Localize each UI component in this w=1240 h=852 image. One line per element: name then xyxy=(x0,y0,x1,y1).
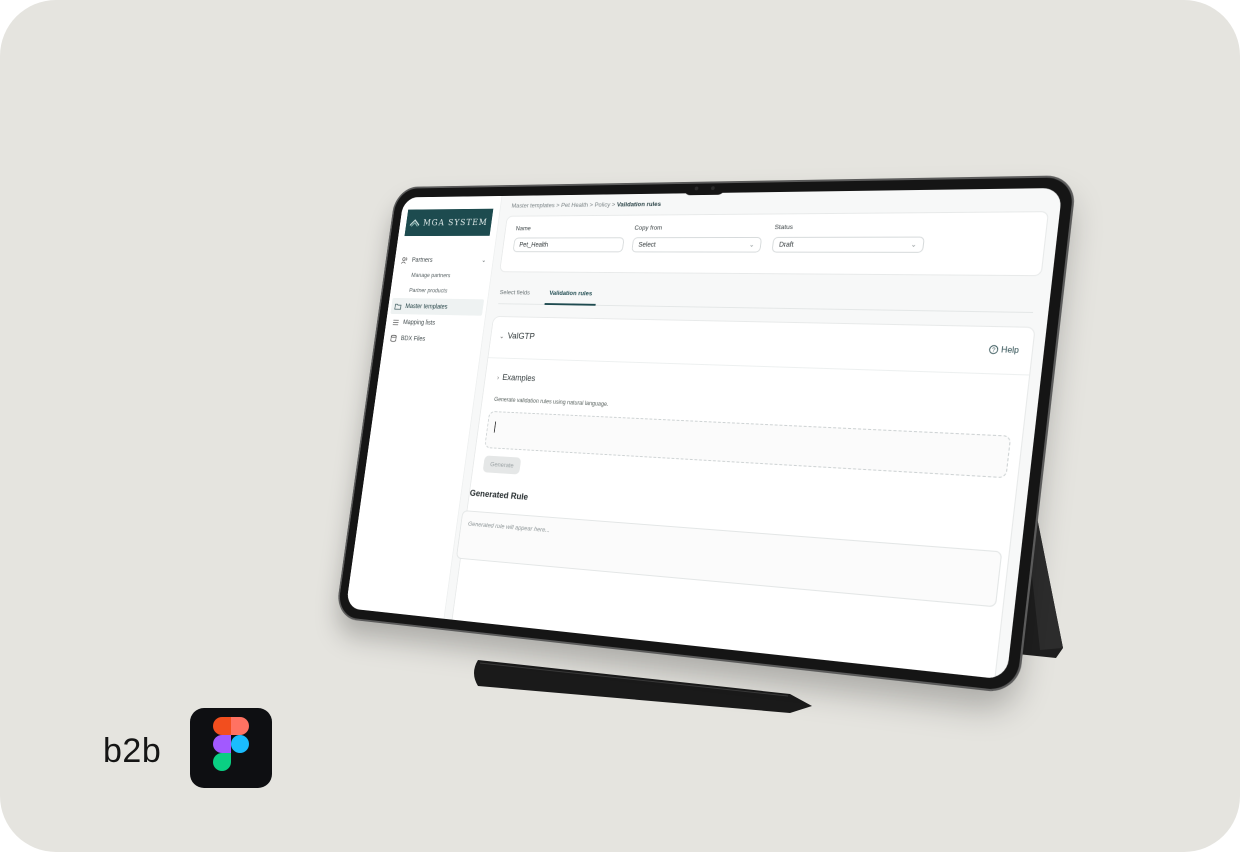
chevron-right-icon: › xyxy=(496,375,500,382)
sidebar-item-label: Partners xyxy=(411,256,433,264)
template-header-card: Name Pet_Health Copy from Select ⌄ Status… xyxy=(499,211,1050,277)
status-field-group: Status Draft ⌄ xyxy=(771,223,926,253)
generated-rule-placeholder: Generated rule will appear here... xyxy=(467,520,551,535)
users-icon xyxy=(401,256,409,264)
breadcrumb-path[interactable]: Master templates > Pet Health > Policy > xyxy=(511,202,617,210)
database-icon xyxy=(390,334,398,342)
examples-toggle[interactable]: › Examples xyxy=(496,372,536,384)
folder-icon xyxy=(394,302,402,310)
sidebar-item-label: Mapping lists xyxy=(402,319,436,327)
status-value: Draft xyxy=(778,241,794,249)
sidebar-item-partners[interactable]: Partners ⌄ xyxy=(394,252,494,269)
tab-select-fields[interactable]: Select fields xyxy=(499,290,530,297)
sidebar-item-label: Master templates xyxy=(404,303,448,311)
breadcrumb: Master templates > Pet Health > Policy >… xyxy=(511,201,661,209)
sidebar-item-bdx-files[interactable]: BDX Files xyxy=(383,330,483,349)
tab-bar: Select fields Validation rules xyxy=(498,286,1036,314)
logo-mark-icon xyxy=(409,218,420,227)
brand-label: b2b xyxy=(103,732,162,770)
breadcrumb-current: Validation rules xyxy=(616,201,662,209)
copy-from-value: Select xyxy=(637,241,657,249)
name-label: Name xyxy=(515,225,532,233)
generated-rule-output[interactable]: Generated rule will appear here... xyxy=(455,510,1003,608)
text-caret xyxy=(493,421,497,433)
tablet: MGA SYSTEM Partners ⌄ Manage partners Pa… xyxy=(336,177,1075,692)
generated-rule-heading: Generated Rule xyxy=(469,488,529,503)
chevron-down-icon: ⌄ xyxy=(748,241,755,249)
copy-from-label: Copy from xyxy=(634,224,663,232)
main-content: Master templates > Pet Health > Policy >… xyxy=(444,188,1063,680)
generate-button[interactable]: Generate xyxy=(482,455,522,475)
examples-label: Examples xyxy=(501,372,536,384)
camera-icon xyxy=(683,183,727,196)
active-tab-indicator xyxy=(544,303,596,306)
figma-logo-icon xyxy=(190,708,272,788)
status-label: Status xyxy=(774,224,794,232)
sidebar-item-partner-products[interactable]: Partner products xyxy=(390,283,490,300)
sidebar-item-manage-partners[interactable]: Manage partners xyxy=(392,268,492,284)
tab-validation-rules[interactable]: Validation rules xyxy=(549,290,593,297)
app-screen: MGA SYSTEM Partners ⌄ Manage partners Pa… xyxy=(345,187,1063,680)
sidebar-item-master-templates[interactable]: Master templates xyxy=(390,297,485,316)
rule-name: ValGTP xyxy=(506,331,536,342)
copy-from-select[interactable]: Select ⌄ xyxy=(631,236,763,253)
background-card: MGA SYSTEM Partners ⌄ Manage partners Pa… xyxy=(0,0,1240,852)
help-circle-icon: ? xyxy=(988,345,999,355)
copy-from-field-group: Copy from Select ⌄ xyxy=(631,224,763,253)
rule-prompt-input[interactable] xyxy=(484,410,1012,479)
app-logo[interactable]: MGA SYSTEM xyxy=(404,208,494,237)
chevron-down-icon: ⌄ xyxy=(910,241,918,249)
svg-text:?: ? xyxy=(991,347,995,354)
chevron-down-icon: ⌄ xyxy=(498,333,505,341)
validation-rule-card: ⌄ ValGTP ? Help › Examples Generate valida… xyxy=(449,315,1036,680)
help-label: Help xyxy=(1000,345,1020,356)
name-value: Pet_Health xyxy=(518,241,549,249)
logo-text: MGA SYSTEM xyxy=(422,217,489,228)
name-field-group: Name Pet_Health xyxy=(512,225,627,253)
tablet-scene: MGA SYSTEM Partners ⌄ Manage partners Pa… xyxy=(300,177,1075,692)
list-icon xyxy=(392,318,400,326)
rule-header[interactable]: ⌄ ValGTP ? Help xyxy=(488,316,1035,376)
rule-title[interactable]: ⌄ ValGTP xyxy=(499,331,535,342)
help-link[interactable]: ? Help xyxy=(988,345,1020,356)
name-input[interactable]: Pet_Health xyxy=(512,237,625,253)
stylus-pen xyxy=(474,660,812,713)
sidebar-nav: Partners ⌄ Manage partners Partner produ… xyxy=(383,252,494,349)
chevron-down-icon[interactable]: ⌄ xyxy=(481,257,487,264)
status-select[interactable]: Draft ⌄ xyxy=(771,236,925,253)
sidebar-item-label: BDX Files xyxy=(400,335,426,343)
generate-hint: Generate validation rules using natural … xyxy=(493,396,609,408)
